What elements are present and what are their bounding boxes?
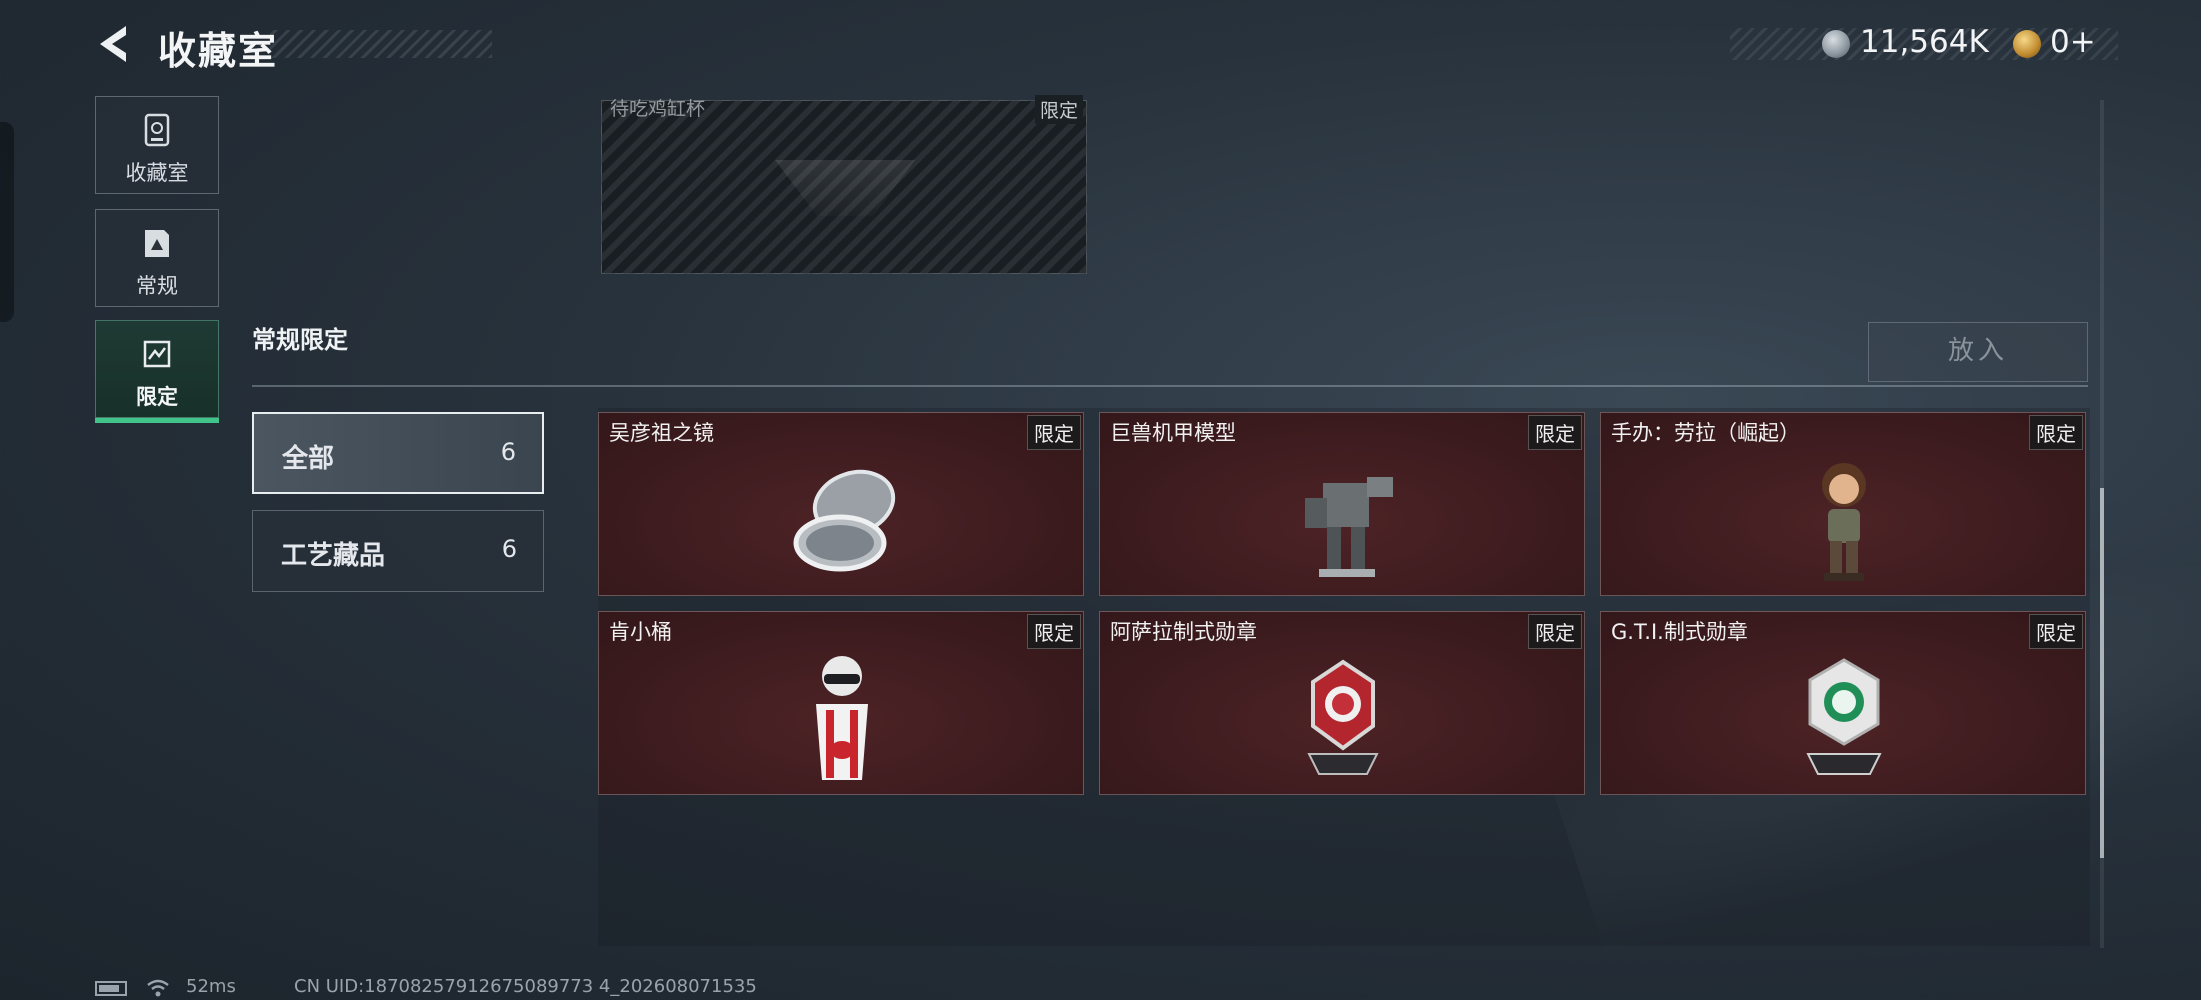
- filter-count: 6: [500, 438, 516, 466]
- mech-model-icon: [1305, 477, 1393, 577]
- sidebar-item-limited[interactable]: 限定: [95, 320, 219, 423]
- sidebar-item-regular[interactable]: 常规: [95, 209, 219, 307]
- sidebar-item-label: 限定: [136, 385, 178, 409]
- item-card[interactable]: 阿萨拉制式勋章 限定: [1099, 611, 1585, 795]
- gold-coin-icon: [2013, 30, 2041, 58]
- item-card[interactable]: G.T.I.制式勋章 限定: [1600, 611, 2086, 795]
- section-title: 常规限定: [252, 326, 348, 354]
- back-arrow-icon: [100, 26, 126, 62]
- uid-text: CN UID:18708257912675089773 4_2026080715…: [294, 976, 757, 997]
- collection-room-icon: [144, 113, 170, 147]
- limited-icon: [143, 340, 171, 368]
- mirror-icon: [793, 469, 896, 572]
- item-card[interactable]: 吴彦祖之镜 限定: [598, 412, 1084, 596]
- silver-coin-value: 11,564K: [1860, 24, 1989, 60]
- item-name: 手办：劳拉（崛起）: [1611, 421, 1800, 445]
- limited-tag: 限定: [1027, 614, 1081, 649]
- filter-all[interactable]: 全部 6: [252, 412, 544, 494]
- item-card[interactable]: 肯小桶 限定: [598, 611, 1084, 795]
- kfc-bucket-icon: [816, 656, 868, 780]
- red-medal-icon: [1307, 659, 1379, 775]
- divider: [252, 385, 2088, 387]
- sidebar-item-collection-room[interactable]: 收藏室: [95, 96, 219, 194]
- sidebar-item-label: 常规: [136, 274, 178, 298]
- filter-count: 6: [501, 535, 517, 563]
- item-name: 吴彦祖之镜: [609, 421, 714, 445]
- wifi-icon: [147, 979, 169, 997]
- page-title: 收藏室: [158, 29, 279, 73]
- put-in-button[interactable]: 放入: [1868, 322, 2088, 382]
- filter-crafted-collectibles[interactable]: 工艺藏品 6: [252, 510, 544, 592]
- back-button[interactable]: [92, 22, 136, 66]
- scrollbar-thumb[interactable]: [2100, 488, 2104, 858]
- figure-icon: [1822, 463, 1866, 581]
- limited-tag: 限定: [1027, 415, 1081, 450]
- edge-handle[interactable]: [0, 122, 14, 322]
- item-name: 巨兽机甲模型: [1110, 421, 1236, 445]
- silver-coin-icon: [1822, 30, 1850, 58]
- limited-tag: 限定: [2029, 415, 2083, 450]
- title-decoration: [270, 30, 492, 58]
- battery-icon: [95, 981, 127, 996]
- limited-tag: 限定: [2029, 614, 2083, 649]
- sidebar-item-label: 收藏室: [125, 161, 189, 185]
- item-name: 阿萨拉制式勋章: [1110, 620, 1257, 644]
- item-name: G.T.I.制式勋章: [1611, 620, 1748, 644]
- limited-tag: 限定: [1035, 95, 1084, 124]
- limited-tag: 限定: [1528, 614, 1582, 649]
- item-name: 肯小桶: [609, 620, 672, 644]
- green-medal-icon: [1806, 658, 1882, 775]
- gold-coin-value[interactable]: 0+: [2050, 24, 2096, 60]
- ping-value: 52ms: [186, 976, 236, 997]
- slot-card-name: 待吃鸡缸杯: [610, 98, 706, 120]
- regular-icon: [145, 230, 169, 257]
- limited-tag: 限定: [1528, 415, 1582, 450]
- item-card[interactable]: 手办：劳拉（崛起） 限定: [1600, 412, 2086, 596]
- filter-label: 全部: [282, 444, 335, 474]
- item-card[interactable]: 巨兽机甲模型 限定: [1099, 412, 1585, 596]
- filter-label: 工艺藏品: [281, 541, 386, 571]
